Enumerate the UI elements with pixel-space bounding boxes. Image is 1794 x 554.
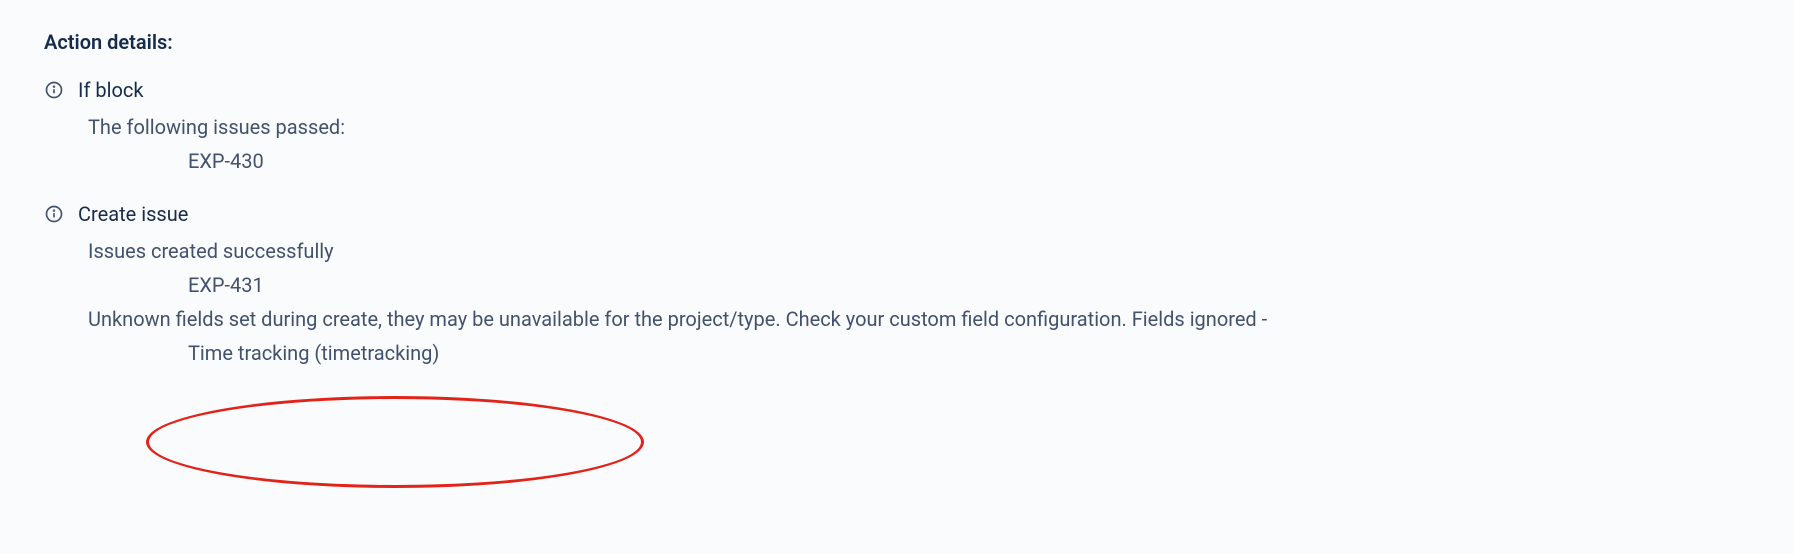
block-body: The following issues passed: EXP-430 — [88, 110, 1750, 178]
block-body: Issues created successfully EXP-431 Unkn… — [88, 234, 1750, 370]
block-warning-line: Unknown fields set during create, they m… — [88, 302, 1750, 336]
block-title: If block — [78, 78, 143, 102]
block-header: Create issue — [44, 202, 1750, 226]
create-issue-block: Create issue Issues created successfully… — [44, 202, 1750, 370]
block-line: Issues created successfully — [88, 234, 1750, 268]
block-title: Create issue — [78, 202, 188, 226]
issue-key: EXP-431 — [188, 268, 1750, 302]
action-details-panel: Action details: If block The following i… — [0, 0, 1794, 424]
block-line: The following issues passed: — [88, 110, 1750, 144]
section-title: Action details: — [44, 30, 1750, 54]
info-icon — [44, 204, 64, 224]
annotation-ellipse — [146, 396, 644, 488]
issue-key: EXP-430 — [188, 144, 1750, 178]
info-icon — [44, 80, 64, 100]
block-header: If block — [44, 78, 1750, 102]
if-block: If block The following issues passed: EX… — [44, 78, 1750, 178]
ignored-field: Time tracking (timetracking) — [188, 336, 1750, 370]
